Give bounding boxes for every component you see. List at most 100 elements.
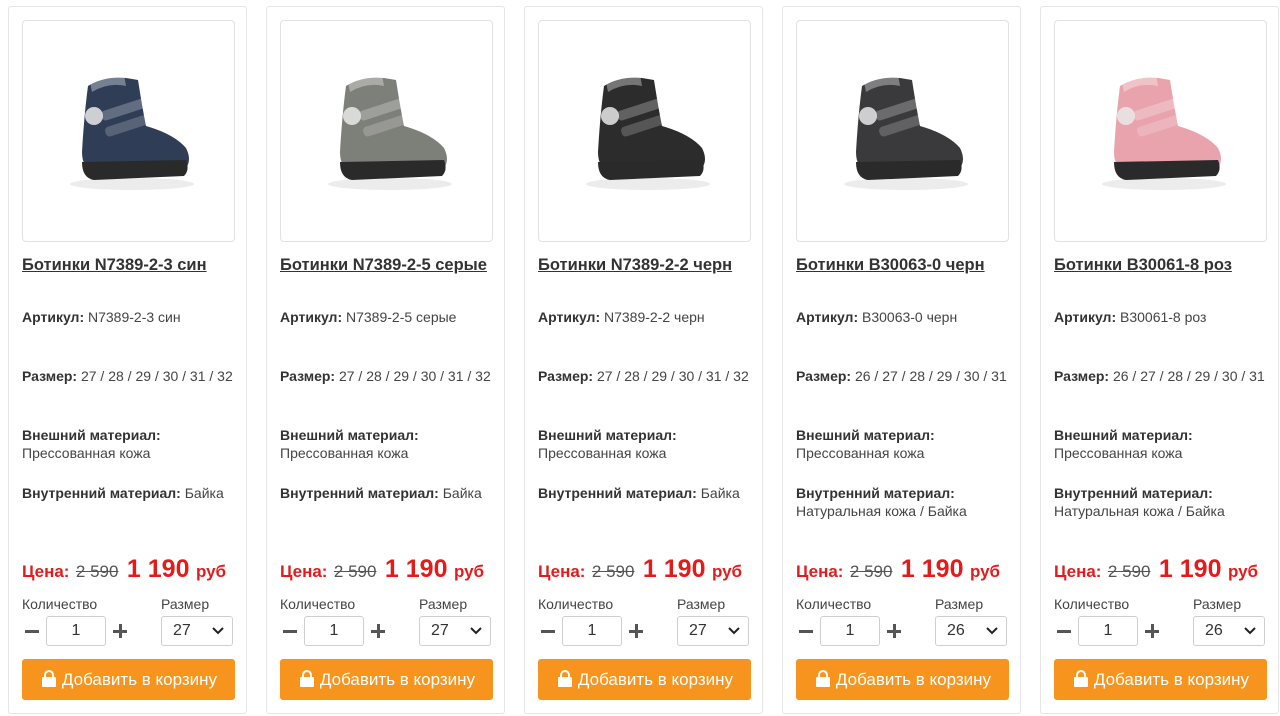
boot-icon [69, 73, 194, 190]
decrease-quantity-button[interactable] [538, 616, 558, 646]
boot-icon [843, 73, 968, 190]
add-to-cart-label: Добавить в корзину [319, 669, 476, 689]
price-label: Цена: [796, 562, 844, 581]
increase-quantity-button[interactable] [884, 616, 904, 646]
size-select-label: Размер [161, 596, 210, 612]
size-select[interactable]: 27 [161, 616, 233, 646]
outer-material-label: Внешний материал: [538, 427, 677, 443]
new-price: 1 190 [1158, 555, 1222, 583]
sizes-row: Размер: 27 / 28 / 29 / 30 / 31 / 32 [22, 367, 238, 385]
article-row: Артикул: B30063-0 черн [796, 308, 1012, 326]
decrease-quantity-button[interactable] [22, 616, 42, 646]
shopping-bag-icon [41, 669, 56, 687]
product-title[interactable]: Ботинки N7389-2-2 черн [538, 256, 758, 275]
article-label: Артикул: [796, 309, 859, 325]
shopping-bag-icon [815, 669, 830, 687]
product-image[interactable] [796, 20, 1009, 242]
inner-material-value: Байка [184, 485, 224, 501]
quantity-input[interactable] [46, 616, 106, 646]
product-card: Ботинки B30061-8 роз Артикул: B30061-8 р… [1040, 6, 1279, 714]
add-to-cart-button[interactable]: Добавить в корзину [796, 659, 1009, 700]
sizes-row: Размер: 26 / 27 / 28 / 29 / 30 / 31 [1054, 367, 1270, 385]
shopping-bag-icon [557, 669, 572, 687]
price-row: Цена: 2 590 1 190 руб [22, 555, 226, 584]
article-value: N7389-2-3 син [88, 309, 181, 325]
product-image[interactable] [280, 20, 493, 242]
quantity-stepper [280, 616, 388, 646]
increase-quantity-button[interactable] [626, 616, 646, 646]
currency: руб [453, 562, 485, 581]
product-title[interactable]: Ботинки B30063-0 черн [796, 256, 1016, 275]
boot-icon [1101, 73, 1226, 190]
new-price: 1 190 [642, 555, 706, 583]
outer-material-value: Прессованная кожа [538, 445, 667, 461]
add-to-cart-button[interactable]: Добавить в корзину [1054, 659, 1267, 700]
size-select[interactable]: 26 [1193, 616, 1265, 646]
quantity-input[interactable] [562, 616, 622, 646]
product-title[interactable]: Ботинки N7389-2-3 син [22, 256, 242, 275]
decrease-quantity-button[interactable] [796, 616, 816, 646]
product-image[interactable] [538, 20, 751, 242]
quantity-label: Количество [22, 596, 98, 612]
increase-quantity-button[interactable] [1142, 616, 1162, 646]
inner-material-row: Внутренний материал: Натуральная кожа / … [1054, 484, 1270, 520]
sizes-label: Размер: [796, 368, 852, 384]
quantity-input[interactable] [304, 616, 364, 646]
add-to-cart-button[interactable]: Добавить в корзину [280, 659, 493, 700]
inner-material-label: Внутренний материал: [22, 485, 181, 501]
new-price: 1 190 [384, 555, 448, 583]
minus-icon [25, 629, 39, 633]
minus-icon [799, 629, 813, 633]
quantity-input[interactable] [820, 616, 880, 646]
inner-material-value: Байка [442, 485, 482, 501]
new-price: 1 190 [900, 555, 964, 583]
sizes-value: 26 / 27 / 28 / 29 / 30 / 31 [1112, 368, 1265, 384]
article-value: B30061-8 роз [1120, 309, 1207, 325]
size-select-value: 26 [1205, 622, 1223, 639]
add-to-cart-label: Добавить в корзину [835, 669, 992, 689]
article-row: Артикул: B30061-8 роз [1054, 308, 1270, 326]
price-row: Цена: 2 590 1 190 руб [538, 555, 742, 584]
size-select-label: Размер [677, 596, 726, 612]
quantity-input[interactable] [1078, 616, 1138, 646]
decrease-quantity-button[interactable] [1054, 616, 1074, 646]
size-select[interactable]: 27 [677, 616, 749, 646]
size-select-value: 27 [431, 622, 449, 639]
inner-material-row: Внутренний материал: Байка [280, 484, 496, 502]
minus-icon [283, 629, 297, 633]
increase-quantity-button[interactable] [110, 616, 130, 646]
product-title[interactable]: Ботинки B30061-8 роз [1054, 256, 1274, 275]
outer-material-value: Прессованная кожа [796, 445, 925, 461]
add-to-cart-label: Добавить в корзину [1093, 669, 1250, 689]
quantity-label: Количество [280, 596, 356, 612]
outer-material-row: Внешний материал: Прессованная кожа [1054, 426, 1270, 462]
old-price: 2 590 [1107, 562, 1151, 581]
add-to-cart-button[interactable]: Добавить в корзину [22, 659, 235, 700]
sizes-label: Размер: [22, 368, 78, 384]
quantity-stepper [796, 616, 904, 646]
article-row: Артикул: N7389-2-3 син [22, 308, 238, 326]
increase-quantity-button[interactable] [368, 616, 388, 646]
article-label: Артикул: [280, 309, 343, 325]
outer-material-value: Прессованная кожа [22, 445, 151, 461]
add-to-cart-button[interactable]: Добавить в корзину [538, 659, 751, 700]
size-select[interactable]: 26 [935, 616, 1007, 646]
add-to-cart-label: Добавить в корзину [577, 669, 734, 689]
article-label: Артикул: [1054, 309, 1117, 325]
outer-material-label: Внешний материал: [796, 427, 935, 443]
product-image[interactable] [1054, 20, 1267, 242]
price-label: Цена: [1054, 562, 1102, 581]
decrease-quantity-button[interactable] [280, 616, 300, 646]
chevron-down-icon [1244, 627, 1256, 635]
article-row: Артикул: N7389-2-5 серые [280, 308, 496, 326]
inner-material-value: Байка [700, 485, 740, 501]
product-title[interactable]: Ботинки N7389-2-5 серые [280, 256, 500, 275]
shopping-bag-icon [299, 669, 314, 687]
sizes-label: Размер: [1054, 368, 1110, 384]
chevron-down-icon [470, 627, 482, 635]
inner-material-value: Натуральная кожа / Байка [1054, 503, 1225, 519]
article-label: Артикул: [22, 309, 85, 325]
size-select[interactable]: 27 [419, 616, 491, 646]
old-price: 2 590 [591, 562, 635, 581]
product-image[interactable] [22, 20, 235, 242]
